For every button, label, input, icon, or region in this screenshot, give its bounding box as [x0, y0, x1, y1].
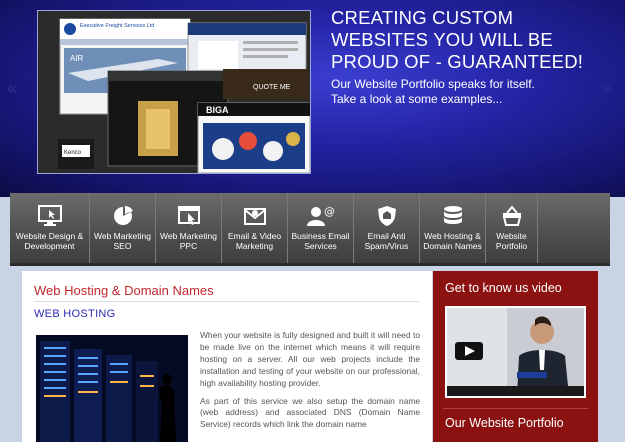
hero-subtitle-line-1: Our Website Portfolio speaks for itself. [331, 77, 535, 91]
hero-subtitle: Our Website Portfolio speaks for itself.… [331, 77, 611, 107]
nav-item-website-design[interactable]: Website Design & Development [10, 193, 90, 263]
nav-item-business-email[interactable]: @ Business Email Services [288, 193, 354, 263]
nav-label: Website Portfolio [495, 231, 528, 251]
sidebar: Get to know us video Our Website Portfol… [433, 271, 598, 442]
nav-item-web-hosting[interactable]: Web Hosting & Domain Names [420, 193, 486, 263]
hero-subtitle-line-2: Take a look at some examples... [331, 92, 503, 106]
sidebar-divider [443, 408, 588, 409]
envelope-icon [243, 208, 266, 225]
service-nav-bar: Website Design & Development Web Marketi… [10, 193, 610, 266]
portfolio-collage-image[interactable]: Executive Freight Services Ltd AIR QUOTE… [37, 10, 311, 174]
nav-item-web-marketing-seo[interactable]: Web Marketing SEO [90, 193, 156, 263]
server-room-photo [36, 335, 188, 442]
paragraph-2: As part of this service we also setup th… [200, 395, 420, 430]
hero-headline: CREATING CUSTOM WEBSITES YOU WILL BE PRO… [331, 7, 584, 72]
nav-label: Email & Video Marketing [227, 231, 282, 251]
quote-me-label: QUOTE ME [253, 84, 291, 91]
shield-icon [377, 206, 396, 226]
nav-label: Web Marketing PPC [159, 231, 217, 251]
nav-item-web-marketing-ppc[interactable]: Web Marketing PPC [156, 193, 222, 263]
title-divider [34, 301, 419, 302]
user-at-icon: @ [306, 205, 335, 226]
section-heading: WEB HOSTING [34, 308, 116, 320]
nav-label: Web Hosting & Domain Names [423, 231, 482, 251]
kenco-label: Kenco [64, 150, 82, 156]
efs-label: Executive Freight Services Ltd [80, 23, 154, 29]
biga-label: BIGA [206, 105, 229, 115]
database-icon [443, 206, 462, 224]
pie-chart-icon [113, 206, 133, 225]
basket-icon [502, 205, 521, 226]
hero-banner: « » Executive Freight Services Ltd AIR Q… [0, 0, 625, 197]
body-text: When your website is fully designed and … [200, 330, 420, 437]
nav-label: Email Anti Spam/Virus [364, 231, 409, 251]
browser-cursor-icon [177, 206, 200, 225]
nav-item-email-video-marketing[interactable]: Email & Video Marketing [222, 193, 288, 263]
monitor-icon [37, 205, 62, 226]
page-title: Web Hosting & Domain Names [34, 283, 214, 298]
paragraph-1: When your website is fully designed and … [200, 330, 420, 388]
server-racks-graphic [36, 335, 188, 442]
video-thumbnail [447, 308, 584, 396]
intro-video-player[interactable] [445, 306, 586, 398]
nav-label: Web Marketing SEO [93, 231, 151, 251]
svg-text:@: @ [324, 205, 335, 218]
video-heading: Get to know us video [445, 281, 562, 295]
nav-item-email-anti-spam[interactable]: Email Anti Spam/Virus [354, 193, 420, 263]
nav-item-website-portfolio[interactable]: Website Portfolio [486, 193, 538, 263]
prev-slide-arrow[interactable]: « [6, 76, 18, 100]
portfolio-heading: Our Website Portfolio [445, 416, 564, 430]
nav-label: Business Email Services [291, 231, 350, 251]
main-content: Web Hosting & Domain Names WEB HOSTING W… [22, 271, 432, 442]
air-label: AIR [70, 54, 84, 63]
portfolio-collage-graphic: Executive Freight Services Ltd AIR QUOTE… [38, 11, 310, 173]
nav-label: Website Design & Development [15, 231, 84, 251]
